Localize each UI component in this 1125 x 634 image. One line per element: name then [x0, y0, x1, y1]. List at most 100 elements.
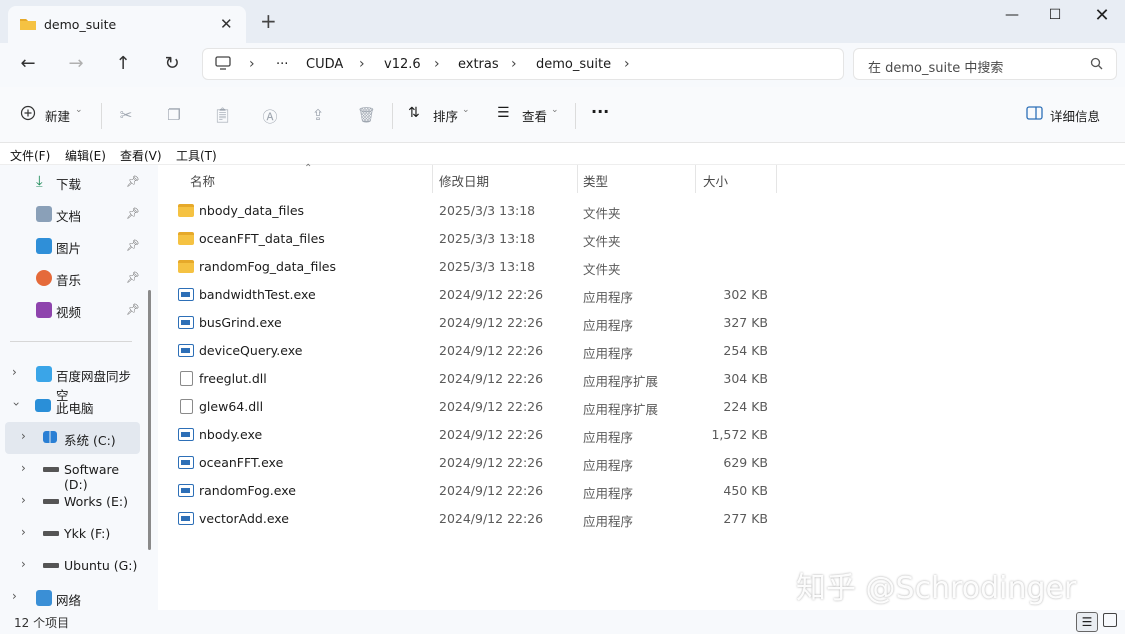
file-row[interactable]: vectorAdd.exe 2024/9/12 22:26 应用程序 277 KB: [176, 505, 776, 533]
file-size: 277 KB: [723, 511, 768, 526]
file-row[interactable]: oceanFFT.exe 2024/9/12 22:26 应用程序 629 KB: [176, 449, 776, 477]
breadcrumb-cuda[interactable]: CUDA: [306, 57, 343, 72]
chevron-right-icon[interactable]: ›: [624, 56, 630, 72]
pin-icon: 📌︎: [126, 271, 140, 284]
column-separator[interactable]: [432, 165, 433, 193]
new-button[interactable]: 新建 ⌄: [20, 104, 86, 126]
column-separator[interactable]: [776, 165, 777, 193]
minimize-button[interactable]: —: [997, 7, 1027, 27]
sidebar-item-documents[interactable]: 文档 📌︎: [0, 199, 140, 229]
menu-view[interactable]: 查看(V): [120, 147, 162, 164]
sidebar-item-drive-f[interactable]: › Ykk (F:): [0, 519, 140, 549]
cut-icon[interactable]: ✂: [117, 106, 135, 124]
column-separator[interactable]: [695, 165, 696, 193]
view-button[interactable]: ☰ 查看 ⌄: [497, 104, 563, 126]
sidebar-item-pictures[interactable]: 图片 📌︎: [0, 231, 140, 261]
chevron-right-icon[interactable]: ›: [359, 56, 365, 72]
file-type: 应用程序: [583, 290, 634, 305]
file-row[interactable]: oceanFFT_data_files 2025/3/3 13:18 文件夹: [176, 225, 776, 253]
file-type: 文件夹: [583, 234, 621, 249]
up-button[interactable]: ↑: [111, 53, 135, 77]
column-separator[interactable]: [577, 165, 578, 193]
sidebar-item-label: Ykk (F:): [64, 526, 111, 541]
file-row[interactable]: freeglut.dll 2024/9/12 22:26 应用程序扩展 304 KB: [176, 365, 776, 393]
share-icon[interactable]: ⇪: [309, 106, 327, 124]
address-bar[interactable]: › ··· CUDA › v12.6 › extras › demo_suite…: [202, 48, 844, 80]
breadcrumb-demo-suite[interactable]: demo_suite: [536, 57, 611, 72]
menu-tools[interactable]: 工具(T): [176, 147, 217, 164]
sidebar-item-label: 此电脑: [56, 401, 94, 416]
forward-button[interactable]: →: [64, 53, 88, 77]
file-type: 文件夹: [583, 262, 621, 277]
sidebar-item-drive-g[interactable]: › Ubuntu (G:): [0, 551, 140, 581]
sidebar-item-drive-c[interactable]: › 系统 (C:): [0, 423, 140, 453]
file-row[interactable]: deviceQuery.exe 2024/9/12 22:26 应用程序 254 KB: [176, 337, 776, 365]
details-pane-button[interactable]: 详细信息: [1026, 104, 1106, 126]
large-icons-view-toggle[interactable]: [1103, 613, 1117, 627]
application-icon: [178, 288, 194, 301]
back-button[interactable]: ←: [16, 53, 40, 77]
chevron-right-icon[interactable]: ›: [434, 56, 440, 72]
drive-icon: [43, 531, 59, 536]
tab-close-icon[interactable]: ✕: [220, 15, 233, 33]
sidebar-item-label: 视频: [56, 305, 82, 320]
details-view-toggle[interactable]: ☰: [1076, 612, 1098, 632]
dll-file-icon: [180, 371, 193, 386]
column-header-name[interactable]: 名称: [190, 171, 215, 190]
sidebar-item-videos[interactable]: 视频 📌︎: [0, 295, 140, 325]
tab-demo-suite[interactable]: demo_suite ✕: [8, 6, 246, 43]
new-tab-button[interactable]: +: [260, 11, 277, 31]
sidebar-item-music[interactable]: 音乐 📌︎: [0, 263, 140, 293]
maximize-button[interactable]: ☐: [1040, 7, 1070, 27]
file-row[interactable]: randomFog.exe 2024/9/12 22:26 应用程序 450 KB: [176, 477, 776, 505]
paste-icon[interactable]: 📋︎: [213, 106, 232, 124]
details-pane-icon: [1026, 106, 1043, 123]
chevron-right-icon[interactable]: ›: [12, 365, 17, 379]
baidu-cloud-icon: [36, 366, 52, 382]
chevron-right-icon[interactable]: ›: [21, 493, 26, 507]
file-type: 文件夹: [583, 206, 621, 221]
search-input[interactable]: 在 demo_suite 中搜索: [868, 57, 1003, 76]
refresh-button[interactable]: ↻: [160, 53, 184, 77]
chevron-right-icon[interactable]: ›: [511, 56, 517, 72]
file-row[interactable]: bandwidthTest.exe 2024/9/12 22:26 应用程序 302 …: [176, 281, 776, 309]
application-icon: [178, 484, 194, 497]
sidebar-item-baidu-sync[interactable]: › 百度网盘同步空: [0, 359, 140, 403]
folder-icon: [178, 260, 194, 273]
chevron-right-icon[interactable]: ›: [21, 429, 26, 443]
sidebar-item-drive-e[interactable]: › Works (E:): [0, 487, 140, 517]
file-row[interactable]: randomFog_data_files 2025/3/3 13:18 文件夹: [176, 253, 776, 281]
sidebar-item-drive-d[interactable]: › Software (D:): [0, 455, 140, 492]
sidebar-item-network[interactable]: › 网络: [0, 583, 140, 613]
sidebar-item-downloads[interactable]: ⤓ 下载 📌︎: [0, 167, 140, 197]
file-date: 2024/9/12 22:26: [439, 455, 544, 470]
close-window-button[interactable]: ✕: [1087, 5, 1117, 26]
sidebar-item-this-pc[interactable]: › 此电脑: [0, 391, 140, 421]
breadcrumb-v12-6[interactable]: v12.6: [384, 57, 421, 72]
delete-icon[interactable]: 🗑︎: [357, 106, 376, 124]
chevron-right-icon[interactable]: ›: [21, 525, 26, 539]
breadcrumb-extras[interactable]: extras: [458, 57, 499, 72]
breadcrumb-overflow[interactable]: ···: [276, 57, 288, 72]
sort-button[interactable]: ⇅ 排序 ⌄: [408, 104, 474, 126]
chevron-right-icon[interactable]: ›: [12, 589, 17, 603]
file-row[interactable]: nbody_data_files 2025/3/3 13:18 文件夹: [176, 197, 776, 225]
file-row[interactable]: busGrind.exe 2024/9/12 22:26 应用程序 327 KB: [176, 309, 776, 337]
file-row[interactable]: nbody.exe 2024/9/12 22:26 应用程序 1,572 KB: [176, 421, 776, 449]
document-icon: [36, 206, 52, 222]
column-header-size[interactable]: 大小: [703, 171, 728, 190]
menu-edit[interactable]: 编辑(E): [65, 147, 106, 164]
column-header-date[interactable]: 修改日期: [439, 171, 489, 190]
file-row[interactable]: glew64.dll 2024/9/12 22:26 应用程序扩展 224 KB: [176, 393, 776, 421]
copy-icon[interactable]: ❐: [165, 106, 183, 124]
chevron-right-icon[interactable]: ›: [21, 461, 26, 475]
rename-icon[interactable]: Ⓐ: [261, 106, 279, 126]
column-header-type[interactable]: 类型: [583, 171, 608, 190]
search-box[interactable]: 在 demo_suite 中搜索: [853, 48, 1117, 80]
menu-file[interactable]: 文件(F): [10, 147, 50, 164]
chevron-right-icon[interactable]: ›: [21, 557, 26, 571]
sidebar-scrollbar[interactable]: [148, 290, 151, 550]
more-options-button[interactable]: ···: [591, 102, 609, 124]
chevron-down-icon[interactable]: ›: [9, 402, 23, 407]
drive-icon: [43, 499, 59, 504]
